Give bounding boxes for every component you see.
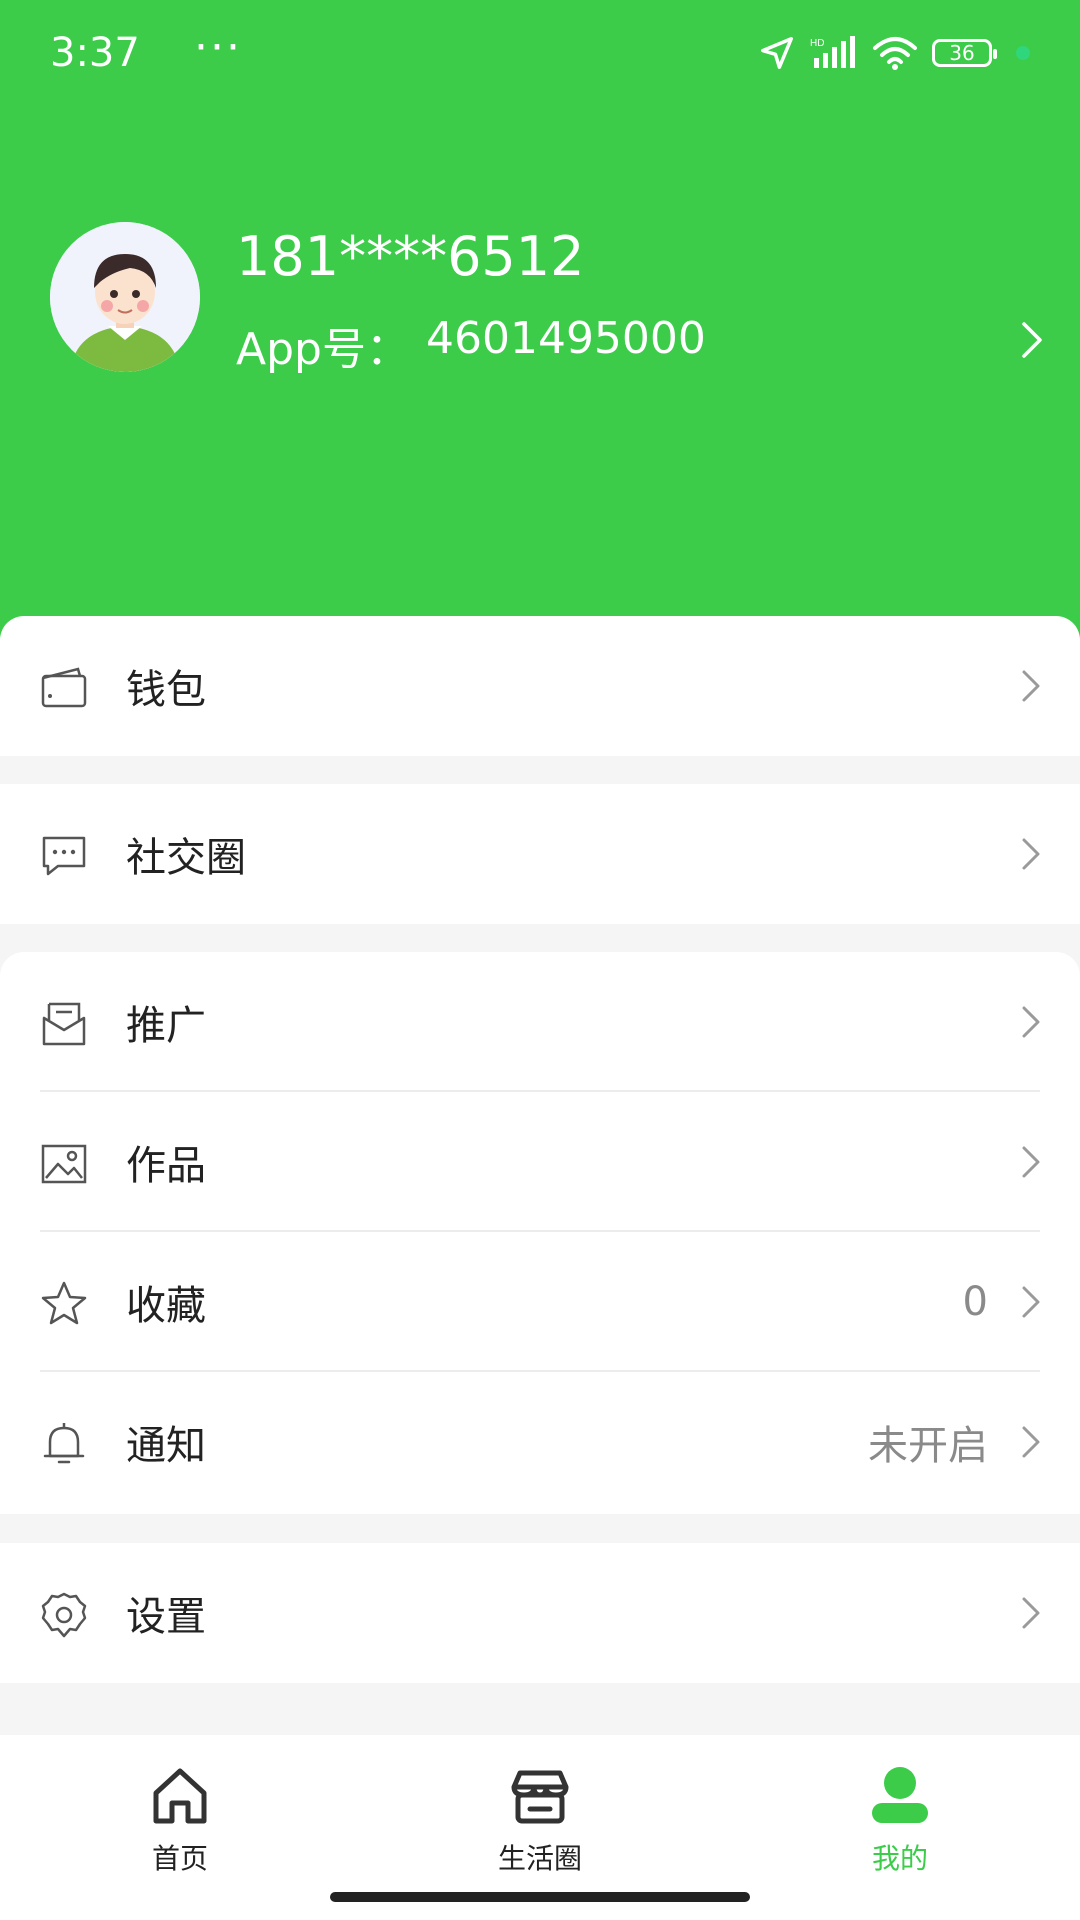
- menu-item-notify[interactable]: 通知 未开启: [0, 1372, 1080, 1512]
- battery-icon: 36: [932, 39, 997, 67]
- tab-life[interactable]: 生活圈: [450, 1765, 630, 1877]
- app-id-value: 4601495000: [425, 313, 706, 364]
- privacy-indicator: [1016, 46, 1030, 60]
- chevron-right-icon: [1022, 1597, 1040, 1629]
- location-icon: [761, 37, 793, 69]
- profile-header: 3:37 ··· HD 36 181****6512 App号： 4601495…: [0, 0, 1080, 640]
- tab-label-mine: 我的: [871, 1842, 928, 1875]
- image-icon: [41, 1144, 87, 1184]
- avatar-illustration: [50, 222, 200, 372]
- user-icon: [872, 1767, 928, 1823]
- menu-label-favorites: 收藏: [126, 1283, 206, 1329]
- tab-label-life: 生活圈: [497, 1842, 582, 1875]
- more-dots: ···: [194, 22, 242, 73]
- gear-icon: [41, 1592, 87, 1638]
- chevron-right-icon[interactable]: [1020, 320, 1044, 360]
- phone-number: 181****6512: [236, 225, 585, 288]
- home-icon: [153, 1768, 207, 1824]
- svg-text:HD: HD: [810, 38, 824, 49]
- chat-icon: [42, 836, 86, 876]
- signal-icon: HD: [810, 36, 855, 68]
- mail-icon: [42, 1002, 86, 1046]
- status-bar: 3:37 ··· HD 36: [0, 0, 1080, 110]
- store-icon: [511, 1770, 569, 1824]
- wallet-icon: [41, 667, 87, 708]
- menu-label-social: 社交圈: [126, 835, 246, 881]
- home-indicator: [330, 1892, 750, 1902]
- chevron-right-icon: [1022, 838, 1040, 870]
- favorites-count: 0: [962, 1279, 988, 1325]
- menu-label-wallet: 钱包: [126, 667, 206, 713]
- menu-item-works[interactable]: 作品: [0, 1092, 1080, 1232]
- tab-label-home: 首页: [151, 1842, 208, 1875]
- menu-label-promote: 推广: [126, 1003, 206, 1049]
- app-id-label: App号：: [236, 324, 410, 375]
- star-icon: [41, 1281, 87, 1325]
- menu-label-notify: 通知: [126, 1423, 206, 1469]
- menu-item-social[interactable]: 社交圈: [0, 784, 1080, 924]
- tab-mine[interactable]: 我的: [810, 1765, 990, 1877]
- menu-item-settings[interactable]: 设置: [0, 1543, 1080, 1683]
- main-menu-card: 推广 作品 收藏 0 通知 未开启: [0, 952, 1080, 1514]
- chevron-right-icon: [1022, 1426, 1040, 1458]
- tab-home[interactable]: 首页: [90, 1765, 270, 1877]
- menu-item-promote[interactable]: 推广: [0, 952, 1080, 1092]
- menu-label-works: 作品: [126, 1143, 206, 1189]
- chevron-right-icon: [1022, 1006, 1040, 1038]
- bell-icon: [43, 1423, 85, 1464]
- menu-item-wallet[interactable]: 钱包: [0, 616, 1080, 756]
- wifi-icon: [873, 37, 917, 70]
- settings-card: 设置: [0, 1543, 1080, 1683]
- chevron-right-icon: [1022, 1286, 1040, 1318]
- status-icons: HD 36: [758, 34, 1030, 72]
- status-time: 3:37: [50, 30, 140, 76]
- wallet-card: 钱包: [0, 616, 1080, 756]
- menu-item-favorites[interactable]: 收藏 0: [0, 1232, 1080, 1372]
- chevron-right-icon: [1022, 1146, 1040, 1178]
- menu-label-settings: 设置: [126, 1594, 206, 1640]
- notify-status: 未开启: [868, 1423, 988, 1469]
- app-id: App号： 4601495000: [236, 313, 706, 377]
- chevron-right-icon: [1022, 670, 1040, 702]
- social-card: 社交圈: [0, 784, 1080, 924]
- avatar[interactable]: [50, 222, 200, 372]
